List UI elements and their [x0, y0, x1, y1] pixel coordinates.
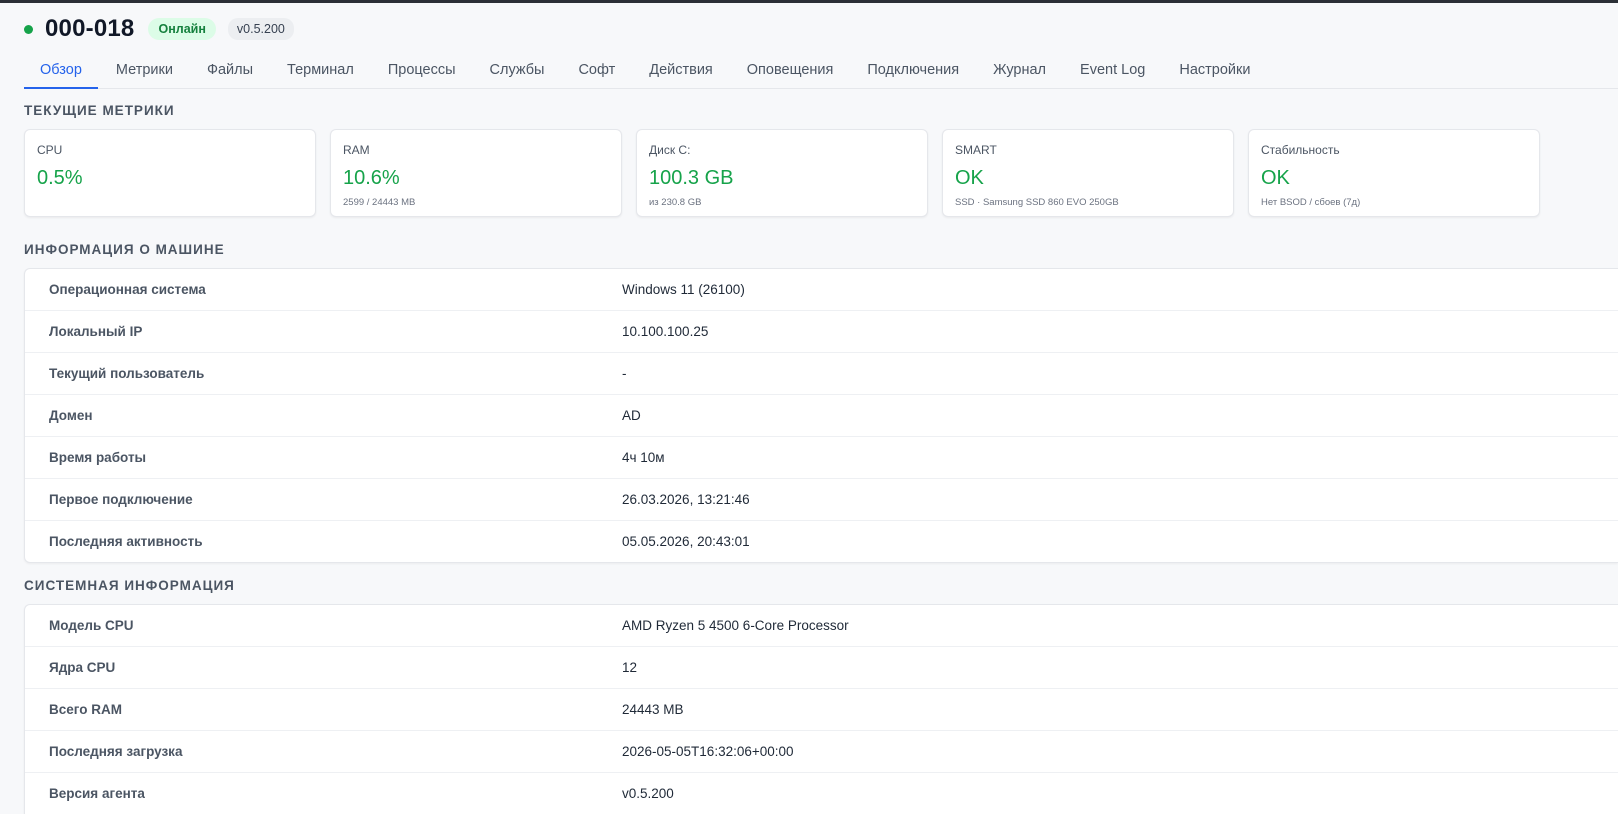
metric-label: SMART: [955, 143, 997, 157]
row-key: Последняя активность: [49, 534, 203, 549]
tab-software[interactable]: Софт: [562, 52, 631, 88]
metric-subtext: SSD · Samsung SSD 860 EVO 250GB: [955, 197, 1119, 208]
metric-value: 0.5%: [37, 167, 83, 189]
row-value: 12: [622, 660, 638, 675]
row-value: v0.5.200: [622, 786, 674, 801]
top-bar: [0, 0, 1618, 3]
metric-card-smart: SMART OK SSD · Samsung SSD 860 EVO 250GB: [942, 129, 1234, 217]
metric-card-ram: RAM 10.6% 2599 / 24443 MB: [330, 129, 622, 217]
version-badge: v0.5.200: [227, 18, 294, 40]
system-info-section-title: СИСТЕМНАЯ ИНФОРМАЦИЯ: [24, 578, 235, 593]
metric-value: 100.3 GB: [649, 167, 734, 189]
table-row: Текущий пользователь -: [25, 353, 1618, 395]
row-key: Версия агента: [49, 786, 145, 801]
tab-journal[interactable]: Журнал: [977, 52, 1062, 88]
metric-subtext: из 230.8 GB: [649, 197, 702, 208]
table-row: Локальный IP 10.100.100.25: [25, 311, 1618, 353]
metric-card-disk: Диск C: 100.3 GB из 230.8 GB: [636, 129, 928, 217]
row-value: AD: [622, 408, 641, 423]
machine-info-section-title: ИНФОРМАЦИЯ О МАШИНЕ: [24, 242, 225, 257]
row-value: 4ч 10м: [622, 450, 665, 465]
online-status-dot: [24, 24, 33, 34]
table-row: Последняя загрузка 2026-05-05T16:32:06+0…: [25, 731, 1618, 773]
metric-value: OK: [1261, 167, 1290, 189]
status-badge: Онлайн: [148, 18, 216, 40]
row-key: Операционная система: [49, 282, 206, 297]
row-key: Ядра CPU: [49, 660, 116, 675]
tab-files[interactable]: Файлы: [191, 52, 269, 88]
row-value: 24443 MB: [622, 702, 684, 717]
row-key: Текущий пользователь: [49, 366, 205, 381]
table-row: Время работы 4ч 10м: [25, 437, 1618, 479]
metric-card-stability: Стабильность OK Нет BSOD / сбоев (7д): [1248, 129, 1540, 217]
tab-terminal[interactable]: Терминал: [271, 52, 370, 88]
row-key: Локальный IP: [49, 324, 143, 339]
metric-label: RAM: [343, 143, 370, 157]
table-row: Первое подключение 26.03.2026, 13:21:46: [25, 479, 1618, 521]
metric-cards: CPU 0.5% RAM 10.6% 2599 / 24443 MB Диск …: [24, 129, 1554, 217]
metric-label: Стабильность: [1261, 143, 1340, 157]
tab-bar: Обзор Метрики Файлы Терминал Процессы Сл…: [24, 52, 1618, 89]
row-key: Первое подключение: [49, 492, 193, 507]
machine-info-table: Операционная система Windows 11 (26100) …: [24, 268, 1618, 563]
table-row: Модель CPU AMD Ryzen 5 4500 6-Core Proce…: [25, 605, 1618, 647]
row-value: 26.03.2026, 13:21:46: [622, 492, 750, 507]
metrics-section-title: ТЕКУЩИЕ МЕТРИКИ: [24, 103, 175, 118]
tab-metrics[interactable]: Метрики: [100, 52, 189, 88]
machine-id-title: 000-018: [45, 15, 135, 42]
row-value: -: [622, 366, 627, 381]
tab-alerts[interactable]: Оповещения: [731, 52, 850, 88]
metric-value: OK: [955, 167, 984, 189]
row-value: 05.05.2026, 20:43:01: [622, 534, 750, 549]
row-key: Всего RAM: [49, 702, 122, 717]
system-info-table: Модель CPU AMD Ryzen 5 4500 6-Core Proce…: [24, 604, 1618, 814]
tab-services[interactable]: Службы: [474, 52, 561, 88]
row-key: Время работы: [49, 450, 147, 465]
row-value: 10.100.100.25: [622, 324, 709, 339]
row-key: Последняя загрузка: [49, 744, 183, 759]
row-value: AMD Ryzen 5 4500 6-Core Processor: [622, 618, 849, 633]
tab-settings[interactable]: Настройки: [1163, 52, 1266, 88]
metric-subtext: Нет BSOD / сбоев (7д): [1261, 197, 1361, 208]
table-row: Последняя активность 05.05.2026, 20:43:0…: [25, 521, 1618, 562]
metric-card-cpu: CPU 0.5%: [24, 129, 316, 217]
tab-connections[interactable]: Подключения: [851, 52, 975, 88]
metric-label: Диск C:: [649, 143, 691, 157]
row-value: Windows 11 (26100): [622, 282, 745, 297]
row-value: 2026-05-05T16:32:06+00:00: [622, 744, 794, 759]
tab-overview[interactable]: Обзор: [24, 52, 98, 89]
table-row: Всего RAM 24443 MB: [25, 689, 1618, 731]
row-key: Модель CPU: [49, 618, 134, 633]
tab-event-log[interactable]: Event Log: [1064, 52, 1161, 88]
tab-processes[interactable]: Процессы: [372, 52, 472, 88]
table-row: Домен AD: [25, 395, 1618, 437]
table-row: Операционная система Windows 11 (26100): [25, 269, 1618, 311]
row-key: Домен: [49, 408, 93, 423]
tab-actions[interactable]: Действия: [633, 52, 729, 88]
metric-label: CPU: [37, 143, 63, 157]
metric-value: 10.6%: [343, 167, 400, 189]
machine-header: 000-018 Онлайн v0.5.200: [24, 14, 294, 44]
table-row: Ядра CPU 12: [25, 647, 1618, 689]
metric-subtext: 2599 / 24443 MB: [343, 197, 416, 208]
